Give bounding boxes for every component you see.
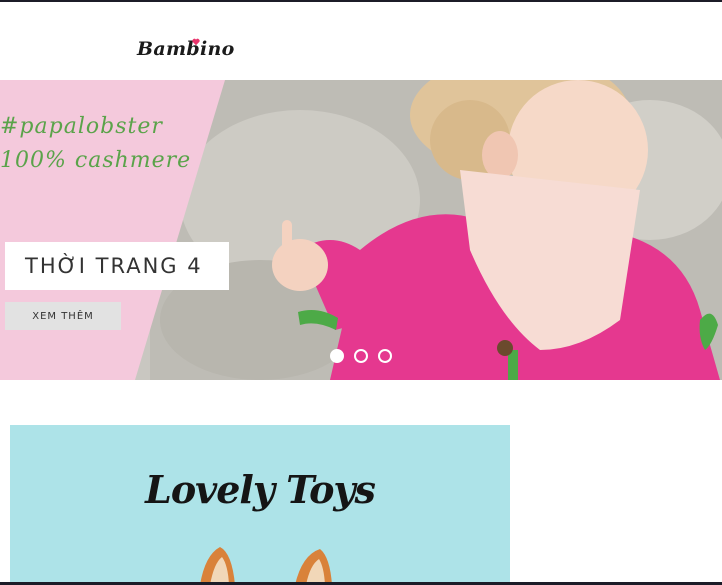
toy-fox-image xyxy=(200,547,332,585)
hashtag-line-2: 100% cashmere xyxy=(0,148,192,173)
slide-title: THỜI TRANG 4 xyxy=(25,254,203,278)
site-header: Bambino xyxy=(0,2,722,80)
see-more-button[interactable]: XEM THÊM xyxy=(5,302,121,330)
logo[interactable]: Bambino xyxy=(137,38,235,60)
lovely-toys-banner[interactable]: Lovely Toys xyxy=(10,425,510,585)
slider-dot-2[interactable] xyxy=(354,349,368,363)
hashtag-text: #papalobster 100% cashmere xyxy=(0,110,191,178)
hero-slider[interactable]: #papalobster 100% cashmere THỜI TRANG 4 … xyxy=(0,80,722,380)
heart-icon xyxy=(192,38,200,46)
slider-dot-1[interactable] xyxy=(330,349,344,363)
slide-title-box: THỜI TRANG 4 xyxy=(5,242,229,290)
slider-dot-3[interactable] xyxy=(378,349,392,363)
hashtag-line-1: #papalobster xyxy=(0,114,163,139)
